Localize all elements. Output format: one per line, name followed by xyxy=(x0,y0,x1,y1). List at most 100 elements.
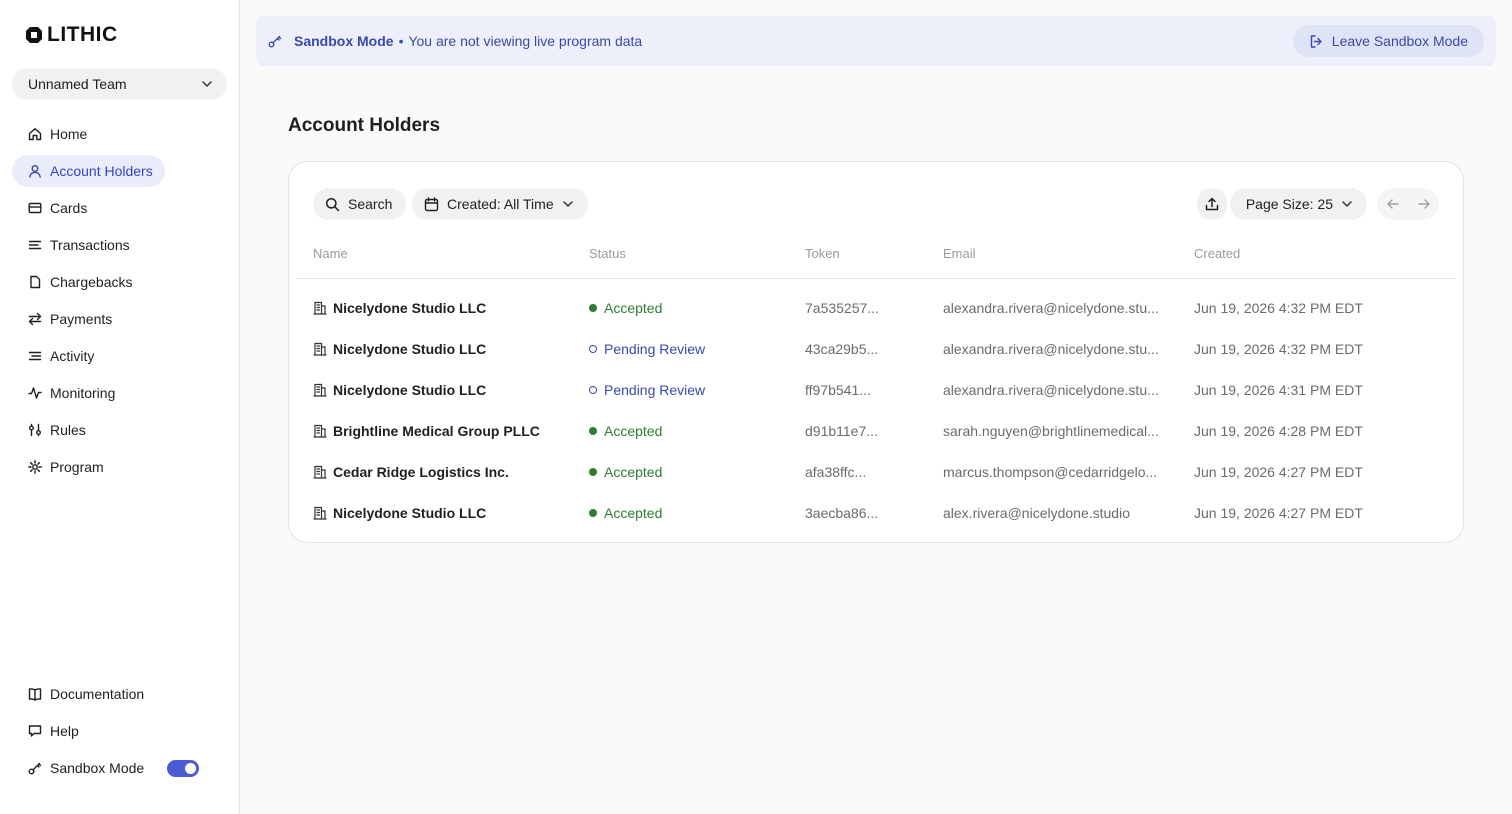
sidebar-item-label: Home xyxy=(50,126,88,142)
sidebar-item-monitoring[interactable]: Monitoring xyxy=(12,377,127,409)
activity-list-icon xyxy=(28,351,42,361)
column-header-status[interactable]: Status xyxy=(589,246,626,261)
status-text: Pending Review xyxy=(604,382,706,398)
email-cell: alexandra.rivera@nicelydone.stu... xyxy=(943,300,1159,316)
log-out-icon xyxy=(1310,34,1322,48)
table-row[interactable]: Brightline Medical Group PLLC Accepted d91… xyxy=(297,411,1455,452)
table-row[interactable]: Nicelydone Studio LLC Accepted 3aecba86...… xyxy=(297,493,1455,534)
status-dot-icon xyxy=(589,345,597,353)
status-text: Accepted xyxy=(604,505,663,521)
created-filter-label: Created: All Time xyxy=(447,196,554,212)
account-holder-name: Nicelydone Studio LLC xyxy=(313,505,486,521)
search-label: Search xyxy=(348,196,393,212)
list-icon xyxy=(28,240,42,250)
token-cell: afa38ffc... xyxy=(805,464,867,480)
sidebar-item-label: Documentation xyxy=(50,686,145,702)
sidebar-item-label: Monitoring xyxy=(50,385,116,401)
created-cell: Jun 19, 2026 4:32 PM EDT xyxy=(1194,341,1363,357)
card-icon xyxy=(28,202,42,214)
book-icon xyxy=(28,688,42,701)
sidebar-item-transactions[interactable]: Transactions xyxy=(12,229,142,261)
table-header: Name Status Token Email Created xyxy=(297,240,1455,279)
sidebar-item-rules[interactable]: Rules xyxy=(12,414,122,446)
arrow-left-icon xyxy=(1386,199,1399,209)
building-icon xyxy=(313,301,327,315)
building-icon xyxy=(313,465,327,479)
previous-page-button[interactable] xyxy=(1386,197,1400,211)
email-cell: alex.rivera@nicelydone.studio xyxy=(943,505,1130,521)
search-icon xyxy=(325,197,340,211)
status-badge: Accepted xyxy=(589,464,662,480)
status-dot-icon xyxy=(589,386,597,394)
leave-sandbox-button[interactable]: Leave Sandbox Mode xyxy=(1292,25,1484,57)
column-header-name[interactable]: Name xyxy=(313,246,348,261)
created-cell: Jun 19, 2026 4:27 PM EDT xyxy=(1194,505,1363,521)
name-text: Cedar Ridge Logistics Inc. xyxy=(333,464,509,480)
sidebar-item-sandbox-mode[interactable]: Sandbox Mode xyxy=(12,752,211,784)
file-icon xyxy=(30,275,41,289)
status-text: Accepted xyxy=(604,423,663,439)
sidebar-item-home[interactable]: Home xyxy=(12,118,122,150)
sidebar: LITHIC Unnamed Team Home Account Holders C… xyxy=(0,0,240,814)
sliders-icon xyxy=(29,423,41,437)
created-cell: Jun 19, 2026 4:32 PM EDT xyxy=(1194,300,1363,316)
column-header-token[interactable]: Token xyxy=(805,246,840,261)
chevron-down-icon xyxy=(562,201,573,207)
arrow-right-icon xyxy=(1417,199,1430,209)
chat-icon xyxy=(28,725,42,737)
email-cell: alexandra.rivera@nicelydone.stu... xyxy=(943,341,1159,357)
status-text: Accepted xyxy=(604,300,663,316)
sidebar-nav: Home Account Holders Cards Transactions Char… xyxy=(12,118,227,488)
banner-message: You are not viewing live program data xyxy=(408,33,643,49)
sidebar-item-documentation[interactable]: Documentation xyxy=(12,678,211,710)
created-filter-dropdown[interactable]: Created: All Time xyxy=(412,188,588,220)
key-icon xyxy=(268,35,282,48)
lithic-logo[interactable]: LITHIC xyxy=(24,23,118,46)
team-selector[interactable]: Unnamed Team xyxy=(12,68,227,100)
status-badge: Accepted xyxy=(589,505,662,521)
token-cell: 3aecba86... xyxy=(805,505,879,521)
sidebar-item-cards[interactable]: Cards xyxy=(12,192,122,224)
sidebar-item-program[interactable]: Program xyxy=(12,451,122,483)
logo-text: LITHIC xyxy=(47,23,118,46)
sidebar-item-chargebacks[interactable]: Chargebacks xyxy=(12,266,145,298)
sidebar-item-account-holders[interactable]: Account Holders xyxy=(12,155,165,187)
page-size-label: Page Size: 25 xyxy=(1245,196,1333,212)
search-button[interactable]: Search xyxy=(313,188,407,220)
sidebar-item-payments[interactable]: Payments xyxy=(12,303,124,335)
building-icon xyxy=(313,424,327,438)
sidebar-item-label: Transactions xyxy=(50,237,130,253)
team-name: Unnamed Team xyxy=(28,76,127,92)
sidebar-item-label: Chargebacks xyxy=(50,274,133,290)
sandbox-mode-label: Sandbox Mode xyxy=(294,33,394,49)
banner-separator: • xyxy=(398,33,404,49)
name-text: Nicelydone Studio LLC xyxy=(333,505,487,521)
account-holders-table-card: Search Created: All Time Page Size: 25 N… xyxy=(288,161,1464,543)
table-row[interactable]: Nicelydone Studio LLC Accepted 7a535257...… xyxy=(297,288,1455,329)
table-body: Nicelydone Studio LLC Accepted 7a535257...… xyxy=(297,288,1455,534)
status-dot-icon xyxy=(589,304,597,312)
account-holder-name: Nicelydone Studio LLC xyxy=(313,300,486,316)
email-cell: sarah.nguyen@brightlinemedical... xyxy=(943,423,1159,439)
sidebar-item-help[interactable]: Help xyxy=(12,715,211,747)
name-text: Nicelydone Studio LLC xyxy=(333,300,487,316)
sandbox-banner: Sandbox Mode • You are not viewing live … xyxy=(256,16,1496,66)
sandbox-mode-toggle[interactable] xyxy=(167,759,199,777)
table-row[interactable]: Nicelydone Studio LLC Pending Review ff97b… xyxy=(297,370,1455,411)
table-row[interactable]: Cedar Ridge Logistics Inc. Accepted afa38f… xyxy=(297,452,1455,493)
created-cell: Jun 19, 2026 4:31 PM EDT xyxy=(1194,382,1363,398)
sidebar-item-activity[interactable]: Activity xyxy=(12,340,122,372)
token-cell: d91b11e7... xyxy=(805,423,878,439)
sidebar-item-label: Sandbox Mode xyxy=(50,760,145,776)
account-holder-name: Nicelydone Studio LLC xyxy=(313,382,486,398)
sidebar-item-label: Program xyxy=(50,459,104,475)
token-cell: ff97b541... xyxy=(805,382,871,398)
page-size-dropdown[interactable]: Page Size: 25 xyxy=(1229,188,1367,220)
email-cell: marcus.thompson@cedarridgelo... xyxy=(943,464,1158,480)
export-button[interactable] xyxy=(1197,188,1227,220)
column-header-email[interactable]: Email xyxy=(943,246,976,261)
table-row[interactable]: Nicelydone Studio LLC Pending Review 43ca2… xyxy=(297,329,1455,370)
account-holder-name: Cedar Ridge Logistics Inc. xyxy=(313,464,509,480)
column-header-created[interactable]: Created xyxy=(1194,246,1240,261)
next-page-button[interactable] xyxy=(1417,197,1431,211)
